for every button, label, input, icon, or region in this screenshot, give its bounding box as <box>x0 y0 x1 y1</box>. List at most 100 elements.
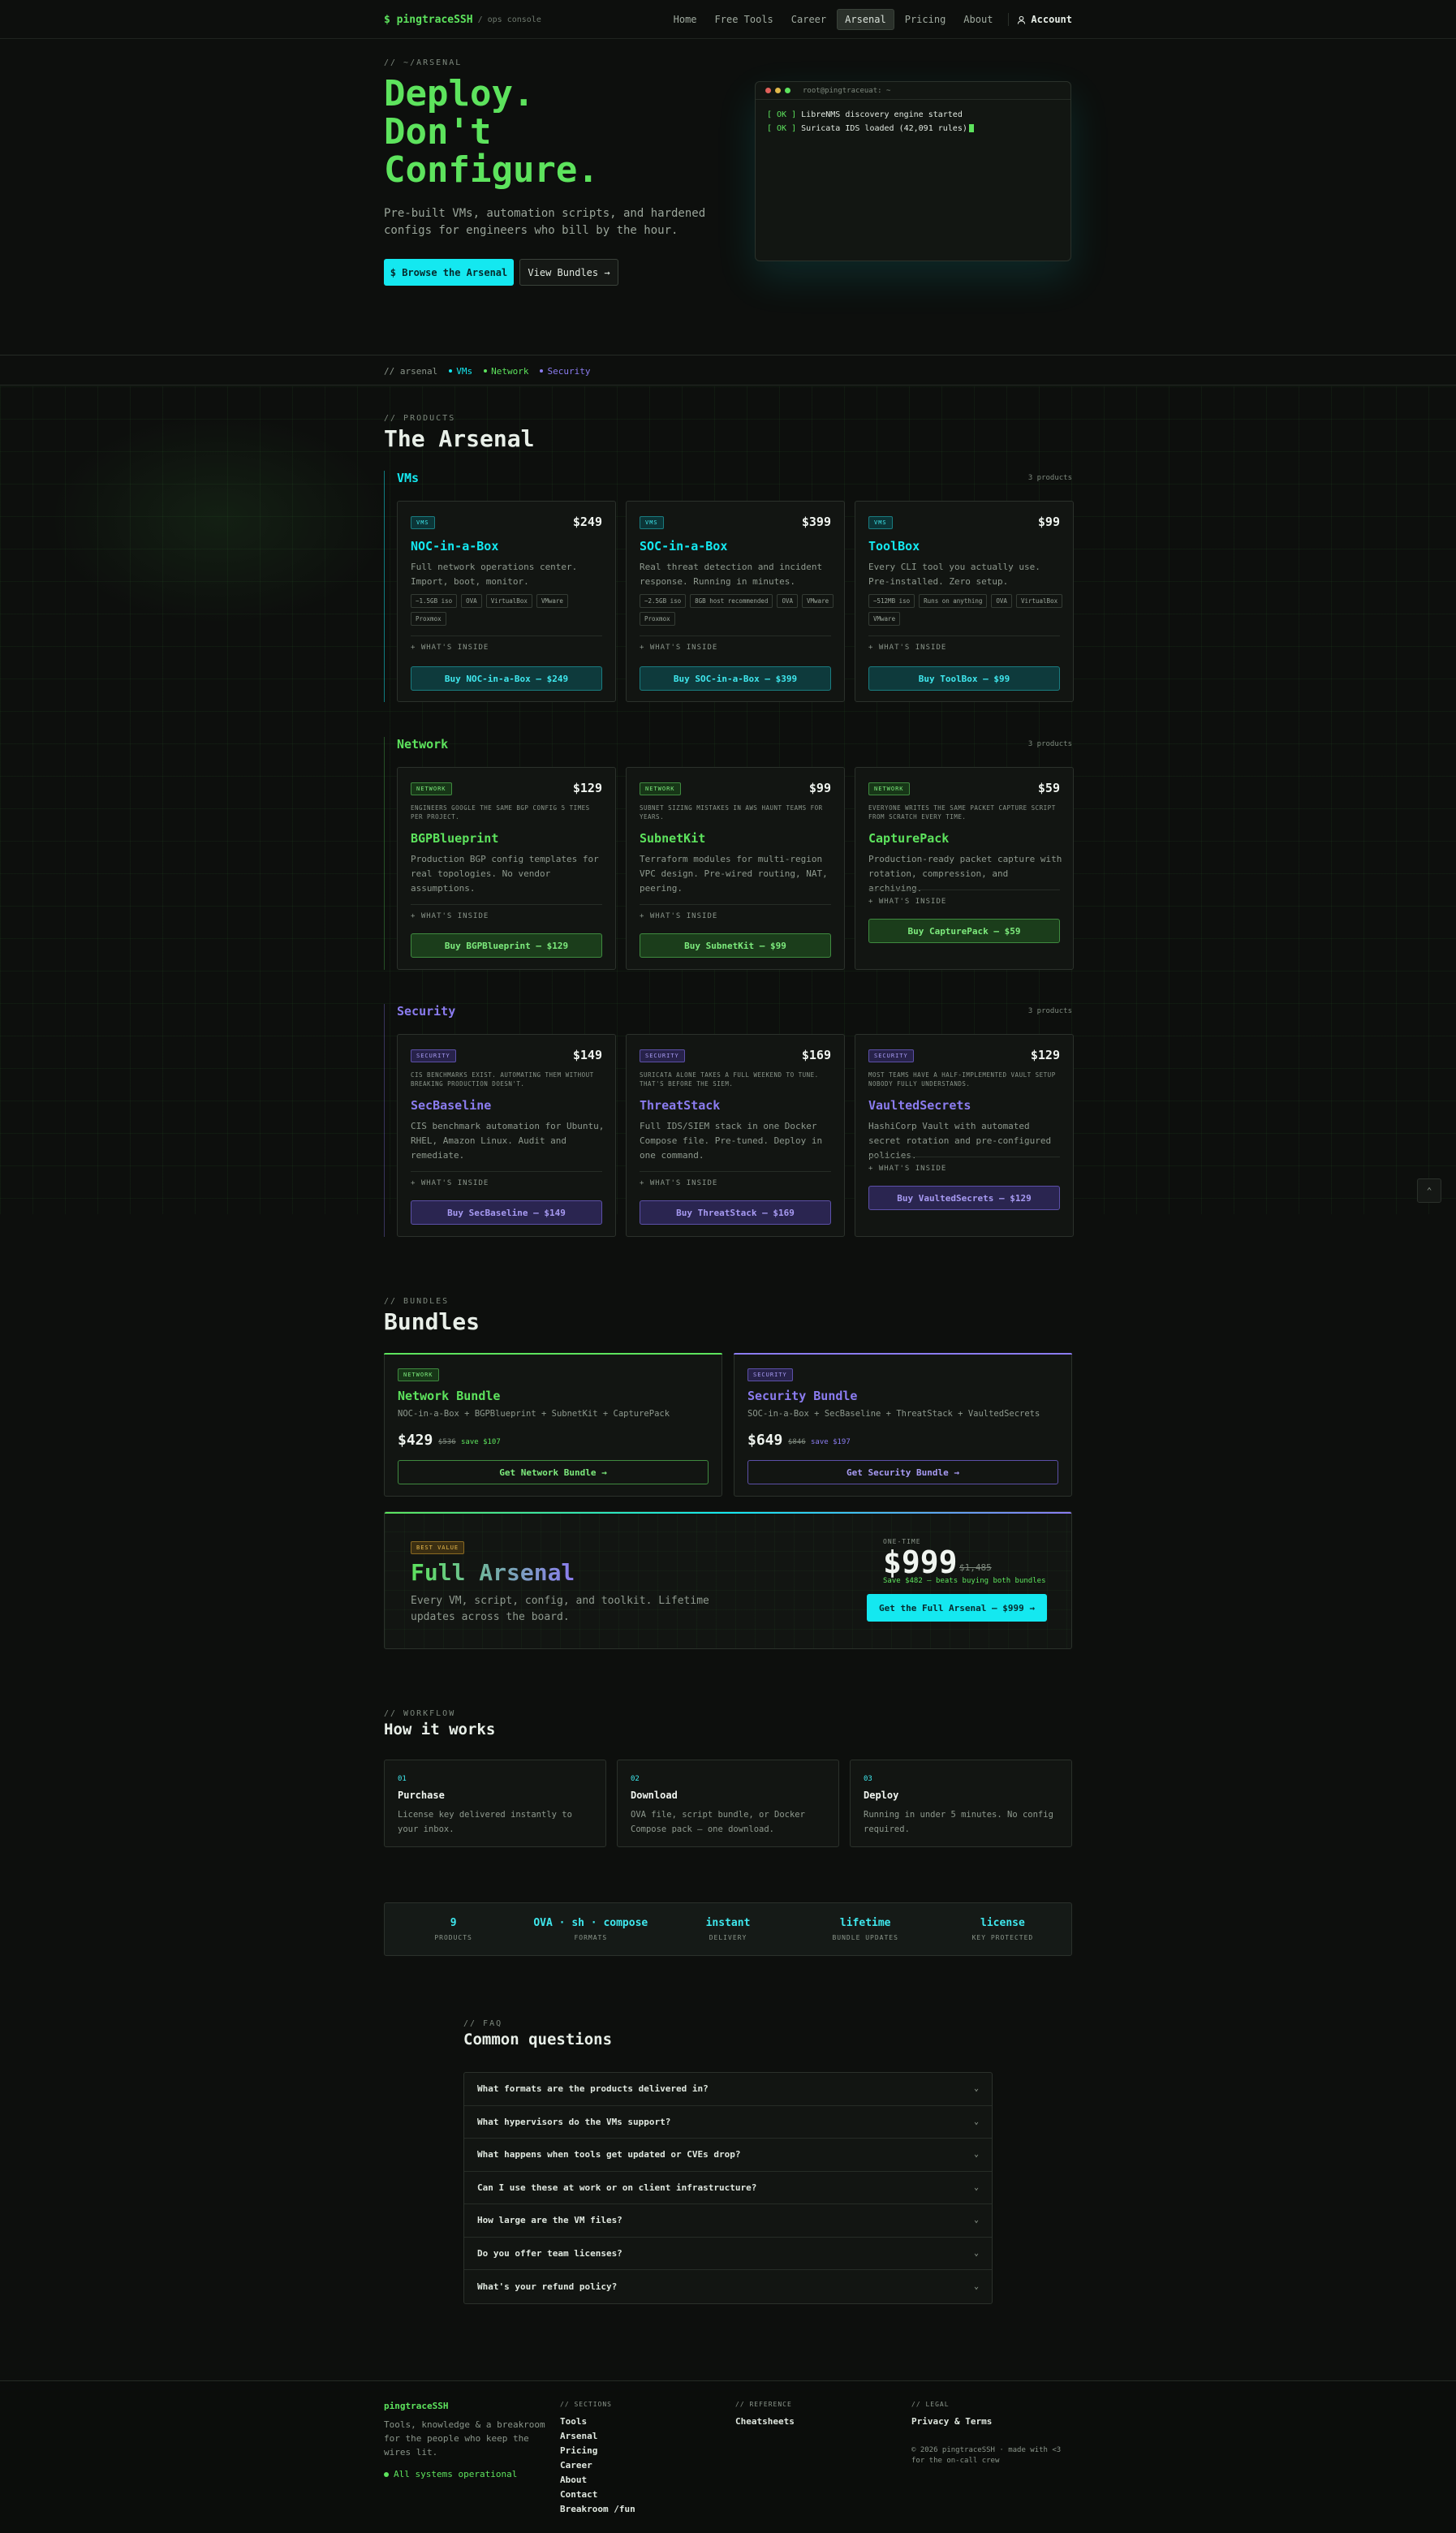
footer-heading: // REFERENCE <box>735 2401 792 2408</box>
bullet-icon <box>540 369 544 373</box>
footer-link[interactable]: Breakroom /fun <box>560 2502 635 2517</box>
strip-item-vms[interactable]: VMs <box>449 366 472 377</box>
status-dot-icon <box>384 2471 389 2477</box>
terminal-text: Suricata IDS loaded (42,091 rules) <box>801 124 967 133</box>
buy-subnetkit-button[interactable]: Buy SubnetKit — $99 <box>640 933 831 958</box>
whats-inside-toggle[interactable]: + WHAT'S INSIDE <box>640 912 717 920</box>
faq-item[interactable]: How large are the VM files? ⌄ <box>464 2204 992 2238</box>
buy-noc-button[interactable]: Buy NOC-in-a-Box — $249 <box>411 666 602 691</box>
section-strip: // arsenal VMs Network Security <box>0 355 1456 386</box>
card-divider <box>640 635 831 636</box>
whats-inside-toggle[interactable]: + WHAT'S INSIDE <box>868 1165 946 1173</box>
strip-item-security[interactable]: Security <box>540 366 590 377</box>
footer-link[interactable]: Arsenal <box>560 2429 635 2444</box>
bundle-name: Security Bundle <box>747 1389 858 1403</box>
spec-chip: ~512MB iso <box>868 594 915 608</box>
faq-item[interactable]: Can I use these at work or on client inf… <box>464 2172 992 2204</box>
get-network-bundle-button[interactable]: Get Network Bundle → <box>398 1460 709 1484</box>
terminal-line: [ OK ] LibreNMS discovery engine started <box>767 108 1059 122</box>
brand-logo[interactable]: $ pingtraceSSH <box>384 14 473 26</box>
full-arsenal-card: BEST VALUE Full Arsenal Every VM, script… <box>384 1511 1072 1649</box>
card-divider <box>640 1171 831 1172</box>
account-link[interactable]: Account <box>1017 14 1072 25</box>
product-price: $129 <box>1030 1048 1060 1062</box>
whats-inside-toggle[interactable]: + WHAT'S INSIDE <box>411 912 489 920</box>
footer-link[interactable]: Cheatsheets <box>735 2415 795 2429</box>
footer-link[interactable]: Career <box>560 2458 635 2473</box>
nav-link-free-tools[interactable]: Free Tools <box>708 10 781 29</box>
buy-secbaseline-button[interactable]: Buy SecBaseline — $149 <box>411 1200 602 1225</box>
footer-link[interactable]: Tools <box>560 2415 635 2429</box>
hero-eyebrow: // ~/ARSENAL <box>384 58 463 67</box>
whats-inside-toggle[interactable]: + WHAT'S INSIDE <box>868 898 946 906</box>
scroll-to-top-button[interactable]: ⌃ <box>1417 1178 1441 1203</box>
nav-link-arsenal[interactable]: Arsenal <box>837 9 894 30</box>
card-accent <box>734 1353 1072 1355</box>
buy-vaultedsecrets-button[interactable]: Buy VaultedSecrets — $129 <box>868 1186 1060 1210</box>
footer-link[interactable]: About <box>560 2473 635 2488</box>
close-dot-icon <box>765 88 771 93</box>
nav-link-about[interactable]: About <box>956 10 1000 29</box>
buy-threatstack-button[interactable]: Buy ThreatStack — $169 <box>640 1200 831 1225</box>
faq-question: What happens when tools get updated or C… <box>477 2149 741 2160</box>
whats-inside-toggle[interactable]: + WHAT'S INSIDE <box>411 644 489 652</box>
faq-item[interactable]: Do you offer team licenses? ⌄ <box>464 2238 992 2270</box>
faq-item[interactable]: What's your refund policy? ⌄ <box>464 2270 992 2303</box>
bundle-card-network: NETWORK Network Bundle NOC-in-a-Box + BG… <box>384 1353 722 1497</box>
nav-link-home[interactable]: Home <box>666 10 704 29</box>
category-vms: VMs 3 products VMS $249 NOC-in-a-Box Ful… <box>384 471 1074 702</box>
faq-item[interactable]: What happens when tools get updated or C… <box>464 2139 992 2172</box>
product-name: ToolBox <box>868 539 920 554</box>
buy-soc-button[interactable]: Buy SOC-in-a-Box — $399 <box>640 666 831 691</box>
buy-toolbox-button[interactable]: Buy ToolBox — $99 <box>868 666 1060 691</box>
nav-link-career[interactable]: Career <box>784 10 834 29</box>
spec-chip: Runs on anything <box>919 594 988 608</box>
full-arsenal-price: $999 <box>883 1544 958 1580</box>
buy-bgpblueprint-button[interactable]: Buy BGPBlueprint — $129 <box>411 933 602 958</box>
browse-arsenal-button[interactable]: $ Browse the Arsenal <box>384 259 514 286</box>
get-full-arsenal-button[interactable]: Get the Full Arsenal — $999 → <box>867 1594 1047 1622</box>
whats-inside-toggle[interactable]: + WHAT'S INSIDE <box>411 1179 489 1187</box>
hero-title-line: Configure. <box>384 149 599 191</box>
spec-chip: Proxmox <box>411 612 446 626</box>
footer-brand[interactable]: pingtraceSSH <box>384 2401 546 2411</box>
bundle-savings: save $197 <box>811 1438 851 1446</box>
product-card-noc: VMS $249 NOC-in-a-Box Full network opera… <box>397 501 616 702</box>
whats-inside-toggle[interactable]: + WHAT'S INSIDE <box>868 644 946 652</box>
faq-item[interactable]: What hypervisors do the VMs support? ⌄ <box>464 2106 992 2139</box>
whats-inside-toggle[interactable]: + WHAT'S INSIDE <box>640 644 717 652</box>
footer-heading: // LEGAL <box>911 2401 950 2408</box>
view-bundles-button[interactable]: View Bundles → <box>519 259 618 286</box>
product-name: SOC-in-a-Box <box>640 539 728 554</box>
nav-link-pricing[interactable]: Pricing <box>898 10 954 29</box>
footer-link[interactable]: Pricing <box>560 2444 635 2458</box>
bullet-icon <box>449 369 453 373</box>
chevron-down-icon: ⌄ <box>973 2117 979 2126</box>
card-accent <box>385 1512 1071 1514</box>
get-security-bundle-button[interactable]: Get Security Bundle → <box>747 1460 1058 1484</box>
status-text: All systems operational <box>394 2469 518 2479</box>
product-chips: ~2.5GB iso 8GB host recommended OVA VMwa… <box>640 594 834 626</box>
category-rail <box>384 471 385 702</box>
product-note: EVERYONE WRITES THE SAME PACKET CAPTURE … <box>868 804 1056 821</box>
footer-link[interactable]: Contact <box>560 2488 635 2502</box>
product-card-secbaseline: SECURITY $149 CIS BENCHMARKS EXIST. AUTO… <box>397 1034 616 1237</box>
stat-item: instant DELIVERY <box>659 1903 796 1955</box>
footer-link[interactable]: Privacy & Terms <box>911 2415 1074 2429</box>
footer-legal-column: // LEGAL Privacy & Terms © 2026 pingtrac… <box>911 2401 1074 2466</box>
bundle-tag: NETWORK <box>398 1368 439 1381</box>
buy-capturepack-button[interactable]: Buy CapturePack — $59 <box>868 919 1060 943</box>
footer <box>0 2380 1456 2533</box>
category-title: Security <box>397 1004 456 1019</box>
spec-chip: VirtualBox <box>1015 594 1063 608</box>
strip-item-network[interactable]: Network <box>484 366 528 377</box>
faq-item[interactable]: What formats are the products delivered … <box>464 2073 992 2106</box>
nav-links: Home Free Tools Career Arsenal Pricing A… <box>666 9 1072 30</box>
bundle-price: $649 <box>747 1432 783 1449</box>
stat-value: lifetime <box>839 1917 891 1929</box>
copyright: © 2026 pingtraceSSH · made with <3 for t… <box>911 2446 1062 2465</box>
terminal-title: root@pingtraceuat: ~ <box>803 86 891 95</box>
whats-inside-toggle[interactable]: + WHAT'S INSIDE <box>640 1179 717 1187</box>
glow-decoration <box>49 414 390 625</box>
terminal-window: root@pingtraceuat: ~ [ OK ] LibreNMS dis… <box>755 81 1071 261</box>
